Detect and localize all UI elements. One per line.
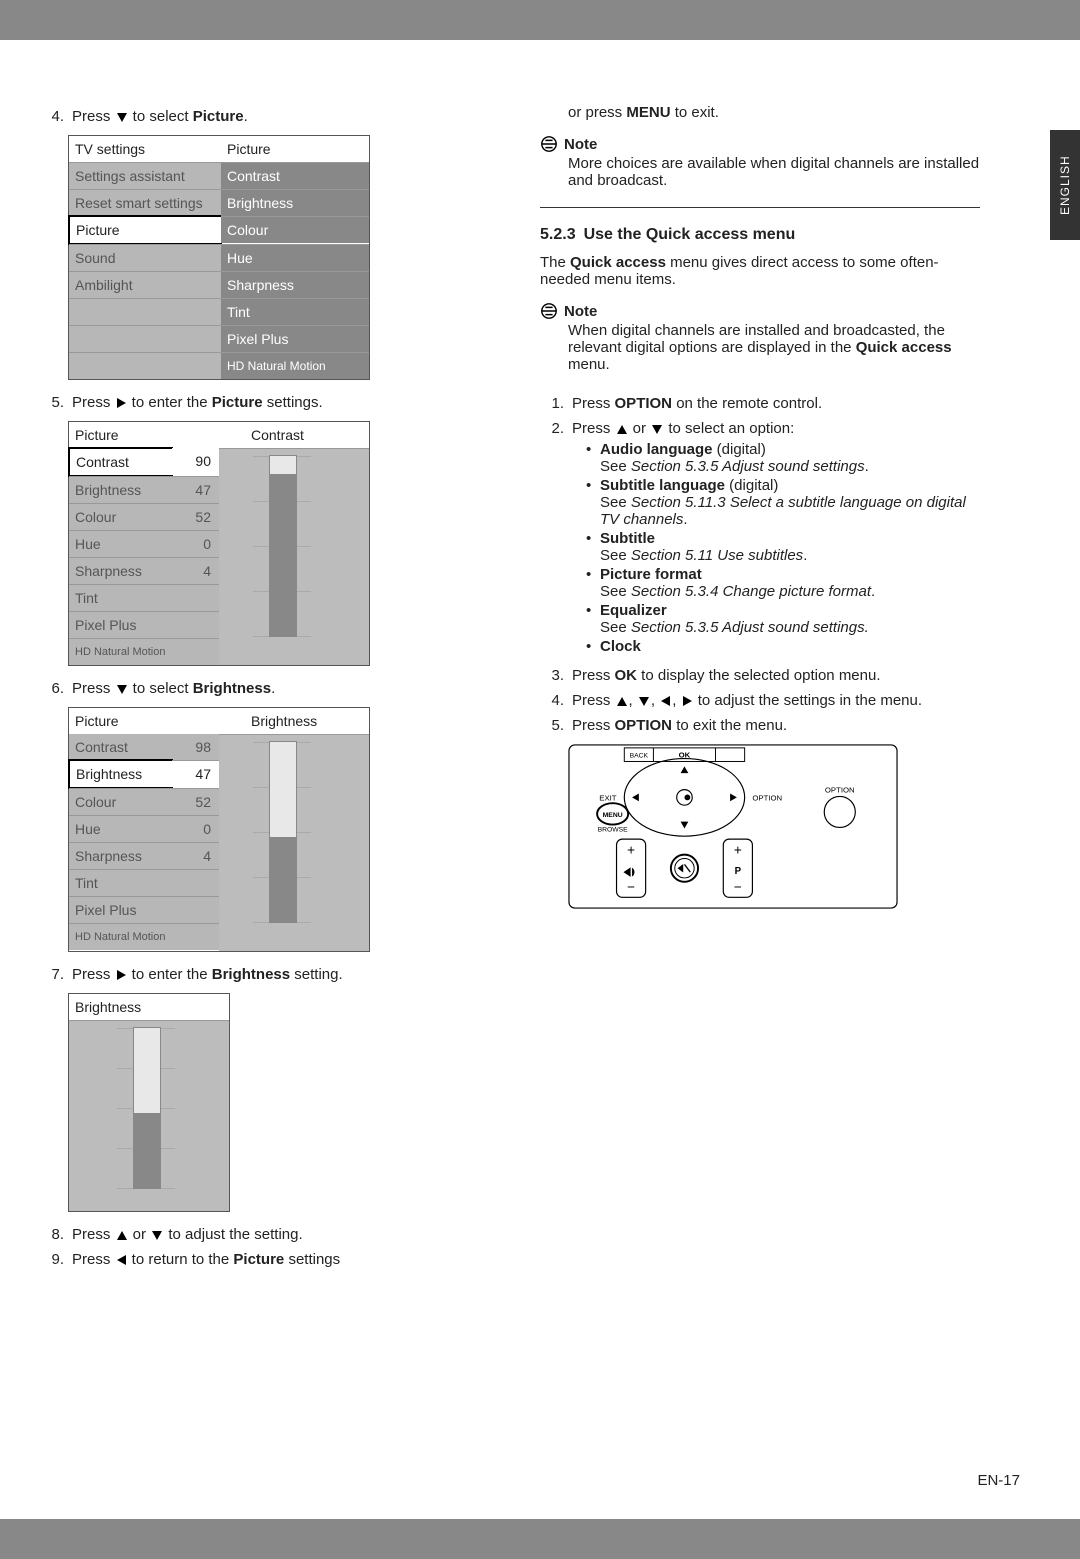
remote-menu-label: MENU bbox=[603, 812, 623, 819]
left-column: 4. Press to select Picture. TV settings … bbox=[40, 100, 480, 1489]
right-step-4: 4. Press , , , to adjust the settings in… bbox=[540, 692, 980, 709]
remote-option-btn-label: OPTION bbox=[825, 786, 855, 795]
up-arrow-icon bbox=[617, 425, 627, 434]
right-arrow-icon bbox=[683, 696, 692, 706]
step-5: 5. Press to enter the Picture settings. bbox=[40, 394, 480, 411]
down-arrow-icon bbox=[152, 1231, 162, 1240]
remote-option-label: OPTION bbox=[752, 793, 782, 802]
down-arrow-icon bbox=[652, 425, 662, 434]
right-step-1: 1. Press OPTION on the remote control. bbox=[540, 395, 980, 412]
brightness-bar-panel bbox=[219, 734, 369, 951]
option-list: Audio language (digital)See Section 5.3.… bbox=[572, 441, 980, 655]
up-arrow-icon bbox=[117, 1231, 127, 1240]
continuation-text: or press MENU to exit. bbox=[568, 104, 980, 121]
step-8: 8. Press or to adjust the setting. bbox=[40, 1226, 480, 1243]
list-item: Picture formatSee Section 5.3.4 Change p… bbox=[586, 566, 980, 600]
step-9: 9. Press to return to the Picture settin… bbox=[40, 1251, 480, 1268]
note-1-heading: Note bbox=[540, 135, 980, 153]
picture-contrast-menu: Picture Contrast Contrast90 Brightness47… bbox=[68, 421, 370, 666]
up-arrow-icon bbox=[617, 697, 627, 706]
left-arrow-icon bbox=[117, 1255, 126, 1265]
language-tab: ENGLISH bbox=[1050, 130, 1080, 240]
manual-page: ENGLISH 4. Press to select Picture. TV s… bbox=[0, 40, 1080, 1519]
left-arrow-icon bbox=[661, 696, 670, 706]
down-arrow-icon bbox=[639, 697, 649, 706]
right-step-2: 2. Press or to select an option: Audio l… bbox=[540, 420, 980, 659]
contrast-bar-panel bbox=[219, 448, 369, 665]
list-item: EqualizerSee Section 5.3.5 Adjust sound … bbox=[586, 602, 980, 636]
remote-browse-label: BROWSE bbox=[598, 826, 629, 833]
down-arrow-icon bbox=[117, 113, 127, 122]
note-icon bbox=[540, 135, 558, 153]
brightness-slider-menu: Brightness bbox=[68, 993, 230, 1212]
svg-text:+: + bbox=[627, 843, 635, 858]
right-column: or press MENU to exit. Note More choices… bbox=[540, 100, 980, 1489]
remote-control-diagram: BACK OK EXIT OPTION MENU BROWSE OPTION +… bbox=[568, 744, 898, 913]
note-1-body: More choices are available when digital … bbox=[568, 155, 980, 189]
right-arrow-icon bbox=[117, 970, 126, 980]
step-4: 4. Press to select Picture. bbox=[40, 108, 480, 125]
remote-ok-label: OK bbox=[679, 751, 691, 760]
note-icon bbox=[540, 302, 558, 320]
note-2-body: When digital channels are installed and … bbox=[568, 322, 980, 373]
brightness-slider-fill bbox=[134, 1113, 160, 1188]
list-item: Audio language (digital)See Section 5.3.… bbox=[586, 441, 980, 475]
svg-text:−: − bbox=[627, 880, 635, 895]
remote-exit-label: EXIT bbox=[599, 793, 616, 802]
svg-text:+: + bbox=[734, 843, 742, 858]
down-arrow-icon bbox=[117, 685, 127, 694]
svg-text:−: − bbox=[734, 880, 742, 895]
section-intro: The Quick access menu gives direct acces… bbox=[540, 254, 980, 288]
page-number: EN-17 bbox=[977, 1472, 1020, 1489]
list-item: SubtitleSee Section 5.11 Use subtitles. bbox=[586, 530, 980, 564]
step-7: 7. Press to enter the Brightness setting… bbox=[40, 966, 480, 983]
right-arrow-icon bbox=[117, 398, 126, 408]
divider bbox=[540, 207, 980, 208]
list-item: Subtitle language (digital)See Section 5… bbox=[586, 477, 980, 528]
contrast-bar-fill bbox=[270, 474, 296, 636]
remote-back-label: BACK bbox=[630, 753, 649, 760]
right-step-3: 3. Press OK to display the selected opti… bbox=[540, 667, 980, 684]
brightness-bar-fill bbox=[270, 837, 296, 922]
picture-brightness-menu: Picture Brightness Contrast98 Brightness… bbox=[68, 707, 370, 952]
right-step-5: 5. Press OPTION to exit the menu. bbox=[540, 717, 980, 734]
list-item: Clock bbox=[586, 638, 980, 655]
note-2-heading: Note bbox=[540, 302, 980, 320]
remote-p-label: P bbox=[735, 866, 742, 877]
tv-settings-menu: TV settings Picture Settings assistantCo… bbox=[68, 135, 370, 380]
section-heading: 5.2.3Use the Quick access menu bbox=[540, 226, 980, 244]
step-6: 6. Press to select Brightness. bbox=[40, 680, 480, 697]
